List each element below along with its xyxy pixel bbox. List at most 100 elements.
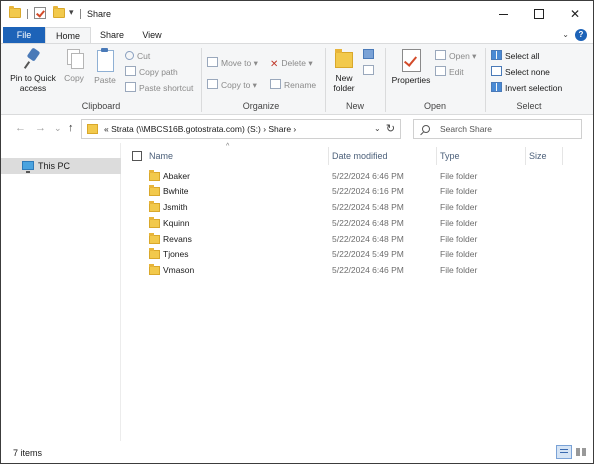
delete-button[interactable]: ✕ Delete ▾ [270,56,313,70]
scissors-icon [125,51,134,60]
recent-locations-icon[interactable]: ⌄ [54,123,62,134]
date-modified: 5/22/2024 5:48 PM [332,202,404,212]
copy-button[interactable]: Copy [61,48,87,83]
select-all-button[interactable]: Select all [491,49,540,63]
address-dropdown-icon[interactable]: ⌄ [374,124,381,133]
invert-selection-button[interactable]: Invert selection [491,81,562,95]
paste-shortcut-label: Paste shortcut [139,83,194,93]
file-name[interactable]: Revans [163,234,192,244]
properties-quick-icon[interactable] [34,7,46,19]
select-all-checkbox[interactable] [132,151,142,161]
column-divider[interactable] [328,147,329,165]
file-name[interactable]: Abaker [163,171,190,181]
column-header-date[interactable]: Date modified [332,151,388,161]
ribbon-tabs: File Home Share View ⌄ ? [1,27,593,44]
refresh-icon[interactable]: ↻ [381,119,401,139]
properties-button[interactable]: Properties [389,48,433,85]
column-header-type[interactable]: Type [440,151,460,161]
column-divider[interactable] [562,147,563,165]
group-label-organize: Organize [242,101,280,111]
column-divider[interactable] [436,147,437,165]
move-to-label: Move to ▾ [221,58,258,68]
search-input[interactable] [440,122,578,136]
open-icon [435,50,446,60]
copy-path-button[interactable]: Copy path [125,65,178,79]
open-button[interactable]: Open ▾ [435,49,476,63]
tab-view[interactable]: View [133,27,171,43]
move-to-button[interactable]: Move to ▾ [207,56,258,70]
paste-button[interactable]: Paste [91,48,119,85]
edit-label: Edit [449,67,464,77]
close-button[interactable]: ✕ [557,1,593,27]
file-name[interactable]: Kquinn [163,218,189,228]
new-folder-quick-icon[interactable] [53,6,65,18]
back-arrow-icon[interactable]: ← [15,122,26,134]
file-type: File folder [440,171,478,181]
details-view-icon[interactable] [556,445,572,459]
group-label-open: Open [423,101,447,111]
column-divider[interactable] [525,147,526,165]
paste-shortcut-button[interactable]: Paste shortcut [125,81,193,95]
folder-icon [149,233,160,244]
table-row[interactable]: Abaker 5/22/2024 6:46 PM File folder [122,169,593,184]
table-row[interactable]: Vmason 5/22/2024 6:46 PM File folder [122,263,593,278]
quick-access-dropdown[interactable]: ▾ [69,7,74,18]
forward-arrow-icon[interactable]: → [35,122,46,134]
copy-to-button[interactable]: Copy to ▾ [207,78,257,92]
divider [27,9,28,19]
invert-selection-label: Invert selection [505,83,563,93]
edit-button[interactable]: Edit [435,65,464,79]
column-header-name[interactable]: Name [149,151,173,161]
cut-button[interactable]: Cut [125,49,150,63]
file-list: ^ Name Date modified Type Size Abaker 5/… [122,143,593,441]
tab-share[interactable]: Share [93,27,131,43]
properties-icon [400,48,422,72]
file-type: File folder [440,218,478,228]
folder-icon [149,170,160,181]
rename-icon [270,79,281,89]
easy-access-button[interactable] [363,64,377,78]
tab-file[interactable]: File [3,27,45,43]
new-folder-button[interactable]: New folder [329,48,359,93]
column-header-size[interactable]: Size [529,151,547,161]
group-divider [201,48,202,112]
rename-button[interactable]: Rename [270,78,316,92]
copy-path-icon [125,66,136,76]
file-name[interactable]: Bwhite [163,186,189,196]
search-box[interactable] [413,119,582,139]
pin-to-quick-access-button[interactable]: Pin to Quick access [7,48,59,93]
select-all-icon [491,50,502,60]
paste-label: Paste [94,75,116,85]
help-icon[interactable]: ? [575,29,587,41]
file-type: File folder [440,265,478,275]
address-bar[interactable]: « Strata (\\MBCS16B.gotostrata.com) (S:)… [81,119,401,139]
address-path[interactable]: « Strata (\\MBCS16B.gotostrata.com) (S:)… [104,124,296,134]
up-arrow-icon[interactable]: ↑ [68,122,74,134]
large-icons-view-icon[interactable] [574,445,588,459]
table-row[interactable]: Kquinn 5/22/2024 6:48 PM File folder [122,216,593,231]
easy-access-icon [363,65,374,75]
tab-home[interactable]: Home [45,27,91,44]
status-bar: 7 items [1,441,593,463]
table-row[interactable]: Bwhite 5/22/2024 6:16 PM File folder [122,184,593,199]
new-item-button[interactable] [363,48,377,62]
file-name[interactable]: Tjones [163,249,189,259]
copy-label: Copy [64,73,84,83]
folder-icon [149,217,160,228]
table-row[interactable]: Tjones 5/22/2024 5:49 PM File folder [122,247,593,262]
collapse-ribbon-icon[interactable]: ⌄ [562,30,569,39]
select-none-button[interactable]: Select none [491,65,550,79]
table-row[interactable]: Jsmith 5/22/2024 5:48 PM File folder [122,200,593,215]
file-type: File folder [440,249,478,259]
minimize-button[interactable] [485,1,521,27]
title-bar: ▾ Share ✕ [1,1,593,27]
file-explorer-window: ▾ Share ✕ File Home Share View ⌄ ? Pin t… [0,0,594,464]
file-name[interactable]: Jsmith [163,202,188,212]
date-modified: 5/22/2024 5:49 PM [332,249,404,259]
properties-label: Properties [391,75,431,85]
maximize-button[interactable] [521,1,557,27]
select-none-label: Select none [505,67,550,77]
table-row[interactable]: Revans 5/22/2024 6:48 PM File folder [122,232,593,247]
file-name[interactable]: Vmason [163,265,194,275]
nav-item-this-pc[interactable]: This PC [1,158,121,174]
